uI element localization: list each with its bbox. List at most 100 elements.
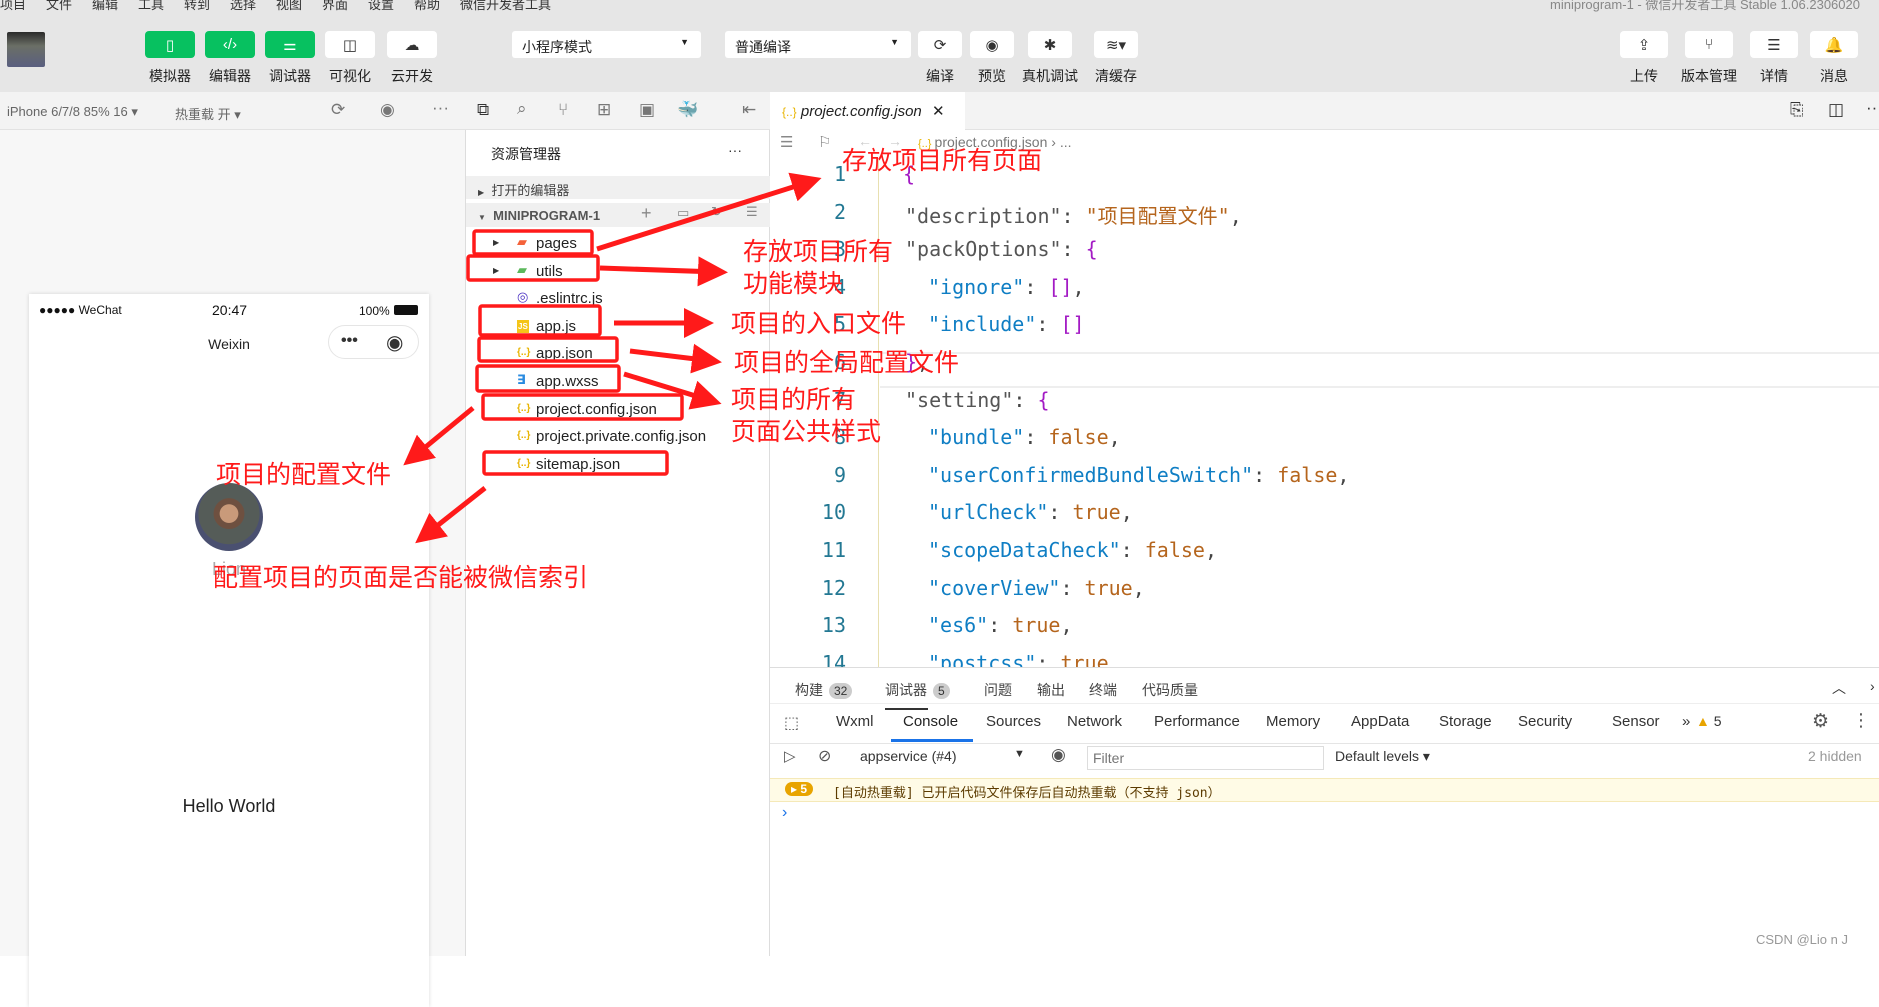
- layout-button[interactable]: ◫: [325, 31, 375, 58]
- file-tree-item[interactable]: ▶ ▰ pages: [466, 231, 770, 257]
- expand-arrow-icon[interactable]: ▶: [493, 266, 499, 275]
- collapse-panel-icon[interactable]: ⇤: [742, 100, 756, 120]
- panel-tab[interactable]: 问题: [984, 680, 1012, 700]
- explorer-more-icon[interactable]: ···: [728, 142, 742, 158]
- log-levels-select[interactable]: Default levels ▾: [1335, 748, 1430, 765]
- rotate-icon[interactable]: ⟳: [331, 100, 345, 120]
- phone-button[interactable]: ▯: [145, 31, 195, 58]
- stop-icon[interactable]: ◉: [380, 100, 395, 120]
- file-tree-item[interactable]: JS app.js: [466, 314, 770, 340]
- panel-tab[interactable]: 终端: [1089, 680, 1117, 700]
- back-icon[interactable]: ←: [858, 133, 872, 149]
- close-tab-icon[interactable]: ✕: [932, 103, 945, 120]
- refresh-button[interactable]: ⟳: [918, 31, 962, 58]
- console-filter-input[interactable]: [1087, 746, 1324, 770]
- inspect-element-icon[interactable]: ⬚: [784, 713, 799, 733]
- more-dots-icon[interactable]: •••: [341, 332, 358, 350]
- file-tree-item[interactable]: {..} app.json: [466, 341, 770, 367]
- cloud-button[interactable]: ☁: [387, 31, 437, 58]
- bookmark-icon[interactable]: ⚐: [818, 133, 831, 151]
- more-tabs-icon[interactable]: »: [1682, 713, 1690, 730]
- file-tree-item[interactable]: {..} project.private.config.json: [466, 424, 770, 450]
- project-section[interactable]: ▼ MINIPROGRAM-1 + ▭ ↻ ☰: [466, 203, 770, 227]
- expand-arrow-icon[interactable]: ▶: [493, 238, 499, 247]
- open-file-icon[interactable]: ⎘: [1790, 100, 1804, 120]
- breadcrumb[interactable]: {..} project.config.json › ...: [918, 134, 1071, 150]
- menu-button[interactable]: ☰: [1750, 31, 1798, 58]
- search-icon[interactable]: ⌕: [517, 99, 527, 119]
- new-folder-icon[interactable]: ▭: [677, 205, 689, 221]
- open-editors-section[interactable]: ▶ 打开的编辑器: [466, 176, 770, 199]
- source-control-icon[interactable]: ⑂: [558, 100, 568, 120]
- devtools-tab-console[interactable]: Console: [903, 713, 958, 730]
- menu-item[interactable]: 文件: [46, 0, 72, 13]
- code-button[interactable]: ‹/›: [205, 31, 255, 58]
- warning-count[interactable]: ▲ 5: [1696, 713, 1722, 729]
- more-icon[interactable]: ···: [432, 98, 449, 118]
- panel-tab[interactable]: 调试器 5: [885, 680, 950, 710]
- menu-item[interactable]: 微信开发者工具: [460, 0, 551, 13]
- menu-item[interactable]: 界面: [322, 0, 348, 13]
- sliders-button[interactable]: ⚌: [265, 31, 315, 58]
- compile-select[interactable]: 普通编译 ▼: [725, 31, 911, 58]
- refresh-icon[interactable]: ↻: [711, 204, 722, 220]
- bug-button[interactable]: ✱: [1028, 31, 1072, 58]
- user-avatar[interactable]: [7, 32, 45, 67]
- forward-icon[interactable]: →: [888, 133, 902, 149]
- panel-tab[interactable]: 构建 32: [795, 680, 853, 700]
- sidebar-toggle-icon[interactable]: ▷: [784, 747, 796, 765]
- devtools-tab-security[interactable]: Security: [1518, 713, 1572, 730]
- file-tree-item[interactable]: {..} project.config.json: [466, 397, 770, 423]
- split-editor-icon[interactable]: ◫: [1828, 100, 1844, 120]
- console-prompt[interactable]: ›: [782, 804, 787, 822]
- code-editor[interactable]: ☰ ⚐ ← → {..} project.config.json › ... 1…: [770, 130, 1879, 675]
- layers-button[interactable]: ≋▾: [1094, 31, 1138, 58]
- bell-button[interactable]: 🔔: [1810, 31, 1858, 58]
- devtools-tab-network[interactable]: Network: [1067, 713, 1122, 730]
- close-miniprogram-icon[interactable]: ◉: [386, 330, 403, 355]
- capsule-menu[interactable]: ••• ◉: [328, 325, 419, 359]
- eye-button[interactable]: ◉: [970, 31, 1014, 58]
- storage-icon[interactable]: ▣: [639, 100, 655, 120]
- new-file-icon[interactable]: +: [641, 203, 652, 224]
- editor-more-icon[interactable]: ··: [1866, 98, 1877, 118]
- extensions-icon[interactable]: ⊞: [597, 100, 611, 120]
- menu-item[interactable]: 工具: [138, 0, 164, 13]
- devtools-tab-sensor[interactable]: Sensor: [1612, 713, 1660, 730]
- live-expression-eye-icon[interactable]: ◉: [1051, 745, 1066, 765]
- context-dropdown-icon[interactable]: ▼: [1014, 748, 1025, 760]
- menu-item[interactable]: 项目: [0, 0, 26, 13]
- menu-item[interactable]: 设置: [368, 0, 394, 13]
- context-select[interactable]: appservice (#4): [860, 748, 957, 764]
- upload-button[interactable]: ⇪: [1620, 31, 1668, 58]
- devtools-tab-wxml[interactable]: Wxml: [836, 713, 874, 730]
- menu-item[interactable]: 视图: [276, 0, 302, 13]
- menu-item[interactable]: 转到: [184, 0, 210, 13]
- branch-button[interactable]: ⑂: [1685, 31, 1733, 58]
- hot-reload-toggle[interactable]: 热重载 开 ▾: [175, 104, 241, 123]
- file-tree-item[interactable]: {..} sitemap.json: [466, 452, 770, 478]
- devtools-tab-storage[interactable]: Storage: [1439, 713, 1492, 730]
- panel-tab[interactable]: 代码质量: [1142, 680, 1198, 700]
- menu-item[interactable]: 选择: [230, 0, 256, 13]
- menu-item[interactable]: 帮助: [414, 0, 440, 13]
- collapse-all-icon[interactable]: ☰: [746, 204, 758, 220]
- devtools-tab-memory[interactable]: Memory: [1266, 713, 1320, 730]
- close-panel-icon[interactable]: ›: [1870, 678, 1875, 694]
- menu-item[interactable]: 编辑: [92, 0, 118, 13]
- docker-icon[interactable]: 🐳: [677, 100, 698, 120]
- devtools-tab-performance[interactable]: Performance: [1154, 713, 1240, 730]
- devtools-menu-icon[interactable]: ⋮: [1852, 710, 1870, 731]
- files-icon[interactable]: ⧉: [477, 100, 489, 120]
- clear-console-icon[interactable]: ⊘: [818, 746, 831, 766]
- settings-gear-icon[interactable]: ⚙: [1812, 710, 1829, 733]
- devtools-tab-sources[interactable]: Sources: [986, 713, 1041, 730]
- devtools-tab-appdata[interactable]: AppData: [1351, 713, 1409, 730]
- panel-tab[interactable]: 输出: [1037, 680, 1065, 700]
- editor-tab[interactable]: {..} project.config.json ✕: [770, 92, 965, 130]
- outline-icon[interactable]: ☰: [780, 133, 793, 151]
- device-select[interactable]: iPhone 6/7/8 85% 16 ▾: [7, 104, 138, 120]
- file-tree-item[interactable]: ∃ app.wxss: [466, 369, 770, 395]
- mode-select[interactable]: 小程序模式 ▼: [512, 31, 701, 58]
- file-tree-item[interactable]: ◎ .eslintrc.js: [466, 286, 770, 312]
